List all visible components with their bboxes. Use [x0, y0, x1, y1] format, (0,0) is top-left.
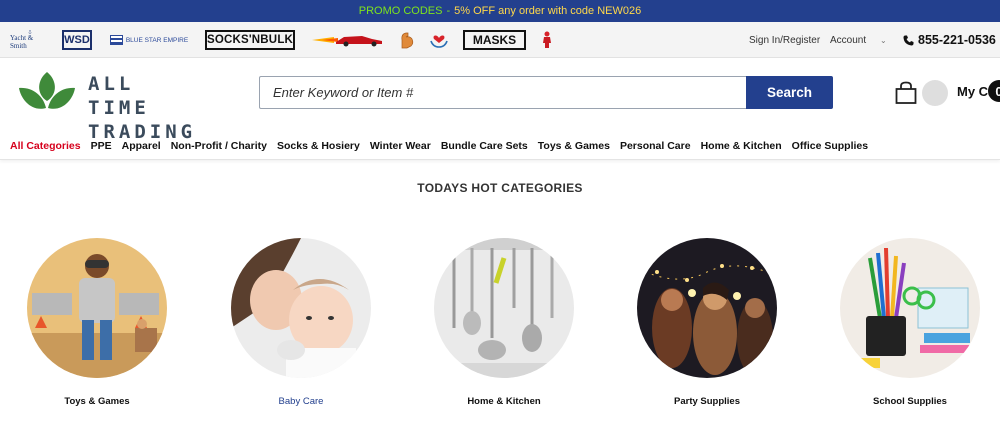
- party-supplies-image[interactable]: [637, 238, 777, 378]
- race-car-icon: [312, 36, 382, 47]
- wsd-logo[interactable]: WSD: [62, 30, 92, 50]
- nav-item-personal-care[interactable]: Personal Care: [620, 140, 691, 152]
- category-card-baby-care[interactable]: Baby Care: [231, 238, 371, 407]
- nav-item-bundle-care-sets[interactable]: Bundle Care Sets: [441, 140, 528, 152]
- flexed-arm-logo[interactable]: [399, 30, 415, 50]
- masks-logo[interactable]: MASKS: [463, 30, 526, 50]
- search-bar: Search: [259, 76, 833, 109]
- logo-line-1: ALL TIME: [88, 73, 150, 119]
- site-header: ALL TIME TRADING Search My Cart 0: [0, 58, 1000, 143]
- blue-star-text: BLUE STAR EMPIRE: [125, 36, 189, 44]
- shopping-bag-icon[interactable]: [895, 81, 917, 105]
- all-time-trading-logo[interactable]: ALL TIME TRADING: [18, 70, 208, 143]
- category-label[interactable]: Toys & Games: [0, 396, 197, 407]
- brand-strip: Yacht & Smith WSD BLUE STAR EMPIRE SOCKS…: [0, 22, 1000, 58]
- phone-icon: [903, 35, 914, 45]
- flexed-arm-icon: [401, 32, 414, 49]
- heart-hands-logo[interactable]: [430, 30, 448, 50]
- toys-games-image[interactable]: [27, 238, 167, 378]
- search-button[interactable]: Search: [746, 76, 833, 109]
- leaf-logo-icon: [19, 72, 75, 109]
- promo-bar: PROMO CODES - 5% OFF any order with code…: [0, 0, 1000, 22]
- nav-item-office-supplies[interactable]: Office Supplies: [792, 140, 868, 152]
- avatar[interactable]: [922, 80, 948, 106]
- nav-item-socks-hosiery[interactable]: Socks & Hosiery: [277, 140, 360, 152]
- category-label[interactable]: Home & Kitchen: [404, 396, 604, 407]
- search-input[interactable]: [259, 76, 746, 109]
- wsd-text: WSD: [64, 34, 90, 46]
- logo-wordmark: ALL TIME TRADING: [88, 72, 208, 144]
- nav-item-winter-wear[interactable]: Winter Wear: [370, 140, 431, 152]
- race-car-logo[interactable]: [312, 30, 384, 50]
- nav-item-toys-games[interactable]: Toys & Games: [538, 140, 610, 152]
- category-label[interactable]: Baby Care: [201, 396, 401, 407]
- promo-label: PROMO CODES: [358, 5, 443, 17]
- category-card-school-supplies[interactable]: School Supplies: [840, 238, 980, 407]
- phone-number[interactable]: 855-221-0536: [903, 22, 996, 58]
- category-card-party-supplies[interactable]: Party Supplies: [637, 238, 777, 407]
- category-label[interactable]: Party Supplies: [607, 396, 807, 407]
- baby-care-image[interactable]: [231, 238, 371, 378]
- heart-hands-icon: [430, 35, 448, 48]
- masks-text: MASKS: [472, 33, 517, 47]
- phone-number-text: 855-221-0536: [918, 33, 996, 47]
- account-menu[interactable]: Account: [830, 22, 866, 58]
- category-label[interactable]: School Supplies: [810, 396, 1000, 407]
- logo-line-2: TRADING: [88, 121, 197, 143]
- yacht-smith-logo[interactable]: Yacht & Smith: [10, 30, 50, 50]
- hot-categories-title: TODAYS HOT CATEGORIES: [417, 181, 583, 195]
- category-card-home-kitchen[interactable]: Home & Kitchen: [434, 238, 574, 407]
- socksnbulk-text: SOCKS'NBULK: [206, 34, 294, 46]
- socksnbulk-logo[interactable]: SOCKS'NBULK: [205, 30, 295, 50]
- blue-star-empire-logo[interactable]: BLUE STAR EMPIRE: [106, 30, 192, 50]
- flag-icon: [109, 35, 123, 45]
- toy-figure-logo[interactable]: [541, 30, 553, 50]
- sign-in-link[interactable]: Sign In/Register: [749, 22, 820, 58]
- promo-separator: -: [446, 5, 451, 17]
- toy-figure-icon: [543, 31, 551, 48]
- nav-item-home-kitchen[interactable]: Home & Kitchen: [701, 140, 782, 152]
- promo-message: 5% OFF any order with code NEW026: [454, 5, 642, 17]
- home-kitchen-image[interactable]: [434, 238, 574, 378]
- yacht-smith-text: Yacht & Smith: [10, 34, 34, 50]
- nav-item-all-categories[interactable]: All Categories: [10, 140, 81, 152]
- category-card-toys-games[interactable]: Toys & Games: [27, 238, 167, 407]
- school-supplies-image[interactable]: [840, 238, 980, 378]
- chevron-down-icon[interactable]: ⌄: [880, 22, 887, 58]
